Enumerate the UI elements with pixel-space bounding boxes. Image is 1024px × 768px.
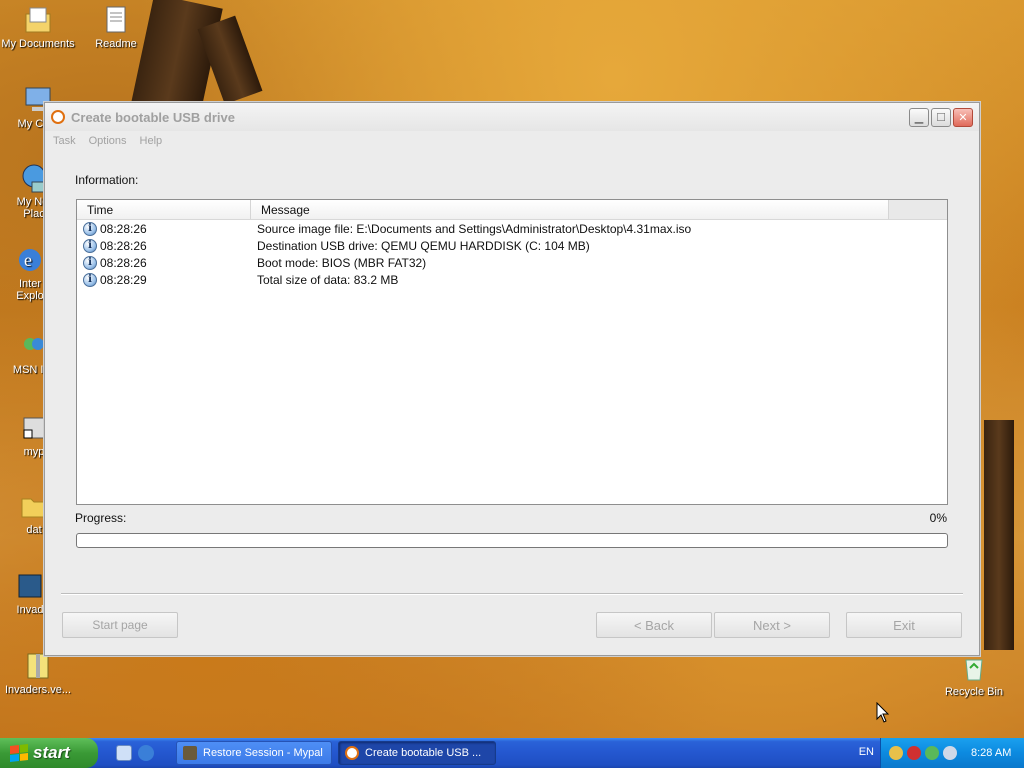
progress-label: Progress:: [75, 511, 127, 525]
desktop-icon-label: Inter: [18, 278, 41, 290]
log-time: 08:28:26: [100, 238, 147, 253]
window-titlebar[interactable]: Create bootable USB drive ▁ ☐ ✕: [45, 103, 979, 131]
desktop-icon-label: Explo: [16, 290, 44, 302]
log-row[interactable]: i 08:28:26 Source image file: E:\Document…: [77, 220, 947, 237]
tree-trunk: [984, 420, 1014, 650]
column-header-filler: [889, 200, 947, 219]
internet-explorer-icon: e: [19, 249, 41, 271]
desktop-icon-label: Invad: [16, 604, 44, 616]
log-row[interactable]: i 08:28:26 Boot mode: BIOS (MBR FAT32): [77, 254, 947, 271]
menu-task[interactable]: Task: [53, 135, 76, 147]
progress-percent: 0%: [929, 511, 947, 525]
info-icon: i: [83, 272, 97, 287]
start-label: start: [33, 743, 70, 762]
desktop-icon-label: Readme: [95, 38, 137, 50]
taskbar-item-label: Restore Session - Mypal: [203, 747, 323, 759]
log-message: Destination USB drive: QEMU QEMU HARDDIS…: [257, 238, 590, 253]
start-page-button[interactable]: Start page: [62, 612, 178, 638]
desktop-icon-invaders-archive[interactable]: Invaders.ve...: [0, 650, 78, 696]
desktop-icon-label: Plac: [23, 208, 45, 220]
windows-logo-icon: [10, 744, 28, 762]
clock[interactable]: 8:28 AM: [971, 747, 1011, 759]
network-status-icon[interactable]: [925, 746, 939, 760]
log-message: Boot mode: BIOS (MBR FAT32): [257, 255, 427, 270]
recycle-bin-icon: [965, 659, 983, 681]
taskbar-item-create-bootable-usb[interactable]: Create bootable USB ...: [338, 741, 496, 765]
log-time: 08:28:29: [100, 272, 147, 287]
taskbar-item-label: Create bootable USB ...: [365, 747, 482, 759]
quick-launch: [116, 745, 154, 761]
log-time: 08:28:26: [100, 221, 147, 236]
volume-icon[interactable]: [943, 746, 957, 760]
start-button[interactable]: start: [0, 738, 98, 768]
create-bootable-usb-window[interactable]: Create bootable USB drive ▁ ☐ ✕ Task Opt…: [44, 102, 980, 656]
desktop-icon-recycle-bin[interactable]: Recycle Bin: [934, 652, 1014, 698]
internet-explorer-icon[interactable]: [138, 745, 154, 761]
exit-button[interactable]: Exit: [846, 612, 962, 638]
window-title: Create bootable USB drive: [71, 109, 235, 125]
taskbar-item-restore-session[interactable]: Restore Session - Mypal: [176, 741, 332, 765]
svg-text:e: e: [24, 250, 32, 270]
document-icon: [106, 6, 126, 33]
my-documents-icon: [25, 7, 51, 33]
minimize-button[interactable]: ▁: [909, 107, 929, 127]
log-list[interactable]: Time Message i 08:28:26 Source image file…: [76, 199, 948, 505]
info-icon: i: [83, 221, 97, 236]
log-message: Source image file: E:\Documents and Sett…: [257, 221, 692, 236]
minimize-icon: ▁: [914, 111, 924, 124]
security-shield-icon[interactable]: [907, 746, 921, 760]
show-desktop-icon[interactable]: [116, 745, 132, 761]
tray-app-icon[interactable]: [889, 746, 903, 760]
usb-tool-icon: [51, 110, 65, 124]
maximize-button[interactable]: ☐: [931, 107, 951, 127]
mouse-cursor: [876, 702, 890, 723]
next-button[interactable]: Next >: [714, 612, 830, 638]
taskbar: start Restore Session - Mypal Create boo…: [0, 738, 1024, 768]
info-icon: i: [83, 238, 97, 253]
menubar: Task Options Help: [45, 131, 979, 151]
maximize-icon: ☐: [936, 111, 946, 124]
desktop-icon-my-documents[interactable]: My Documents: [0, 4, 78, 50]
close-button[interactable]: ✕: [953, 107, 973, 127]
system-tray: 8:28 AM: [880, 738, 1024, 768]
column-header-message[interactable]: Message: [251, 200, 889, 219]
language-indicator[interactable]: EN: [859, 746, 874, 758]
log-message: Total size of data: 83.2 MB: [257, 272, 399, 287]
desktop-icon-label: dat: [26, 524, 42, 536]
back-button[interactable]: < Back: [596, 612, 712, 638]
usb-tool-icon: [345, 746, 359, 760]
desktop-icon-readme[interactable]: Readme: [76, 4, 156, 50]
menu-help[interactable]: Help: [140, 135, 163, 147]
divider: [61, 593, 963, 595]
desktop-icon-label: My Documents: [1, 38, 75, 50]
desktop-icon-label: myp: [23, 446, 45, 458]
log-row[interactable]: i 08:28:29 Total size of data: 83.2 MB: [77, 271, 947, 288]
game-icon: [18, 574, 42, 598]
log-header: Time Message: [77, 200, 947, 220]
menu-options[interactable]: Options: [89, 135, 127, 147]
desktop-icon-label: Recycle Bin: [944, 686, 1004, 698]
desktop-icon-label: Invaders.ve...: [4, 684, 72, 696]
progress-bar: [76, 533, 948, 548]
close-icon: ✕: [958, 111, 968, 124]
info-icon: i: [83, 255, 97, 270]
mypal-icon: [183, 746, 197, 760]
column-header-time[interactable]: Time: [77, 200, 251, 219]
information-label: Information:: [75, 173, 139, 187]
log-row[interactable]: i 08:28:26 Destination USB drive: QEMU QE…: [77, 237, 947, 254]
log-time: 08:28:26: [100, 255, 147, 270]
